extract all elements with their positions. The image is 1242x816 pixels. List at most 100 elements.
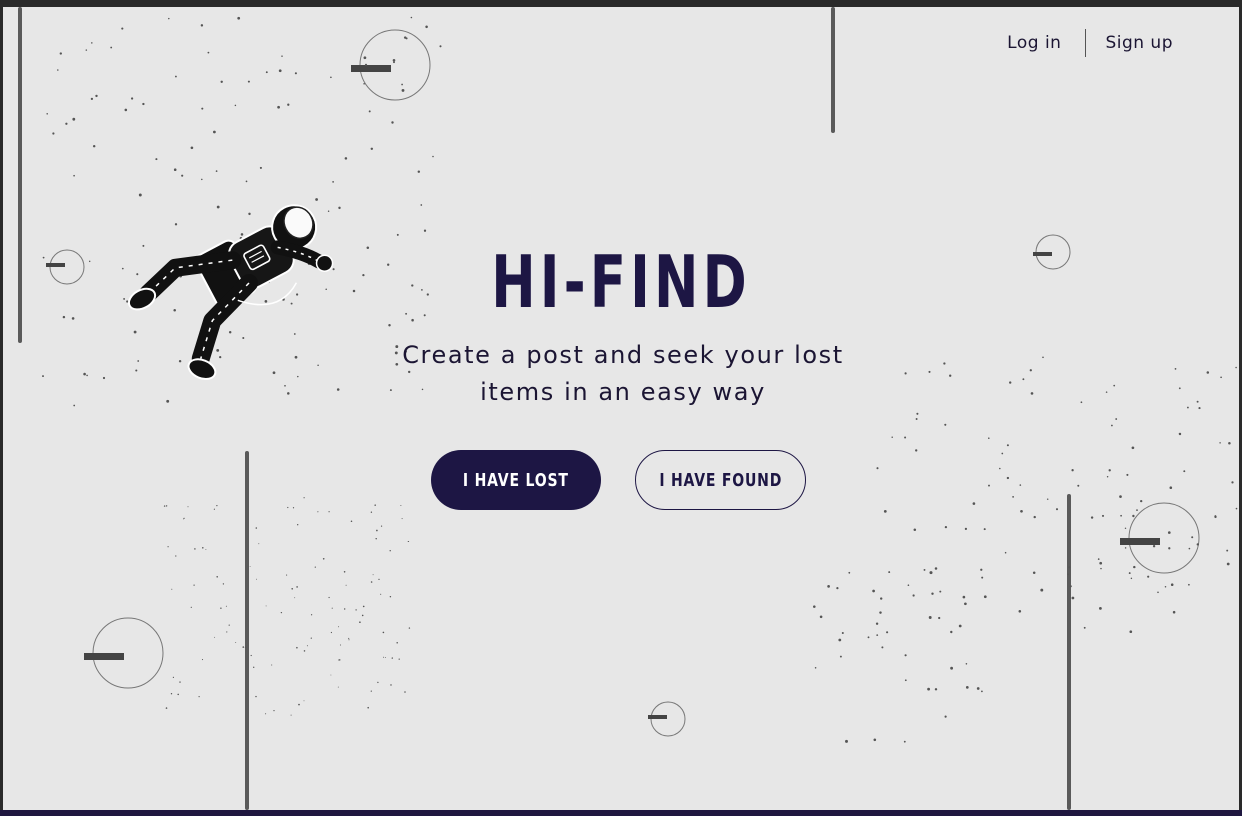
deco-dash [648, 715, 667, 719]
nav-divider [1085, 29, 1087, 57]
star-dot [339, 644, 342, 646]
star-dot [328, 596, 330, 599]
star-dot [1030, 392, 1034, 395]
landing-page: Log in Sign up HI-FIND Create a post and… [3, 7, 1239, 810]
star-dot [280, 611, 283, 614]
login-link[interactable]: Log in [1007, 29, 1061, 57]
star-dot [380, 525, 383, 527]
star-dot [1097, 558, 1100, 560]
star-dot [1020, 509, 1023, 513]
star-dot [165, 707, 168, 709]
star-dot [403, 36, 407, 39]
star-dot [1169, 486, 1173, 489]
star-dot [1106, 475, 1109, 478]
star-dot [317, 511, 319, 513]
star-dot [1130, 577, 1133, 580]
star-dot [296, 646, 298, 649]
star-dot [1157, 591, 1159, 594]
star-dot [1131, 446, 1135, 450]
deco-bar [18, 7, 22, 343]
star-dot [1108, 469, 1111, 472]
star-dot [1077, 484, 1080, 487]
star-dot [1001, 452, 1004, 455]
star-dot [205, 548, 207, 550]
star-dot [137, 360, 140, 362]
star-dot [888, 571, 891, 574]
star-dot [328, 511, 330, 513]
star-dot [391, 121, 394, 124]
star-dot [287, 392, 290, 395]
star-dot [1226, 549, 1229, 552]
star-dot [1029, 369, 1032, 372]
star-dot [988, 437, 990, 439]
star-dot [344, 157, 348, 160]
star-dot [915, 449, 918, 452]
star-dot [1083, 626, 1086, 629]
star-dot [177, 693, 179, 696]
star-dot [1220, 376, 1222, 379]
star-dot [265, 713, 267, 715]
star-dot [408, 540, 410, 543]
star-dot [367, 706, 369, 709]
star-dot [1018, 610, 1022, 613]
star-dot [904, 372, 907, 375]
star-dot [245, 180, 248, 183]
star-dot [95, 94, 98, 98]
star-dot [259, 166, 262, 169]
star-dot [338, 206, 341, 210]
star-dot [133, 330, 137, 334]
star-dot [827, 585, 830, 588]
star-dot [1120, 514, 1122, 517]
star-dot [964, 602, 967, 606]
star-dot [228, 624, 230, 626]
star-dot [1196, 400, 1199, 403]
star-dot [972, 502, 976, 505]
star-dot [110, 46, 113, 49]
star-dot [361, 614, 364, 617]
i-have-lost-button[interactable]: I HAVE LOST [431, 450, 601, 510]
top-nav: Log in Sign up [1007, 29, 1173, 57]
star-dot [1004, 551, 1007, 554]
star-dot [944, 525, 948, 529]
star-dot [876, 634, 879, 636]
star-dot [845, 739, 848, 743]
star-dot [398, 658, 400, 660]
star-dot [867, 636, 870, 639]
star-dot [934, 688, 938, 691]
star-dot [875, 622, 879, 625]
star-dot [401, 83, 403, 86]
star-dot [297, 524, 299, 526]
star-dot [142, 102, 145, 106]
star-dot [297, 375, 299, 378]
star-dot [396, 233, 399, 236]
star-dot [965, 663, 968, 665]
signup-link[interactable]: Sign up [1105, 29, 1173, 57]
star-dot [907, 584, 910, 586]
star-dot [903, 740, 906, 743]
star-dot [355, 609, 357, 611]
i-have-found-button[interactable]: I HAVE FOUND [635, 450, 806, 510]
star-dot [1012, 496, 1014, 498]
star-dot [202, 547, 204, 549]
star-dot [284, 384, 286, 387]
star-dot [401, 518, 403, 520]
page-subtitle: Create a post and seek your lost items i… [402, 341, 844, 406]
star-dot [225, 605, 227, 607]
star-dot [423, 229, 427, 232]
star-dot [88, 260, 91, 263]
star-dot [1188, 583, 1190, 586]
star-dot [1178, 387, 1181, 390]
star-dot [1235, 507, 1238, 510]
star-dot [1040, 588, 1044, 592]
star-dot [296, 586, 298, 588]
star-dot [362, 605, 365, 608]
star-dot [242, 646, 245, 648]
star-dot [1133, 565, 1136, 569]
star-dot [338, 626, 340, 628]
star-dot [976, 687, 980, 690]
star-dot [1183, 470, 1186, 473]
star-dot [1188, 547, 1191, 550]
star-dot [219, 355, 222, 359]
star-dot [59, 52, 62, 55]
page-title: HI-FIND [491, 240, 751, 324]
